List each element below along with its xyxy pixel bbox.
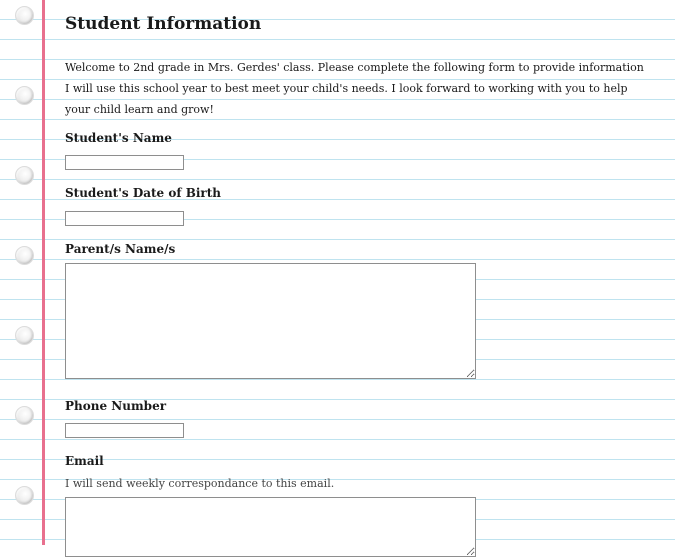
- email-hint-text: I will send weekly correspondance to thi…: [65, 477, 335, 490]
- student-dob-input[interactable]: [65, 211, 184, 226]
- student-name-input[interactable]: [65, 155, 184, 170]
- notebook-margin-line: [42, 0, 45, 545]
- binder-hole-icon: [15, 86, 34, 105]
- email-textarea[interactable]: [65, 497, 476, 557]
- parents-names-textarea[interactable]: [65, 263, 476, 379]
- form-intro-text: Welcome to 2nd grade in Mrs. Gerdes' cla…: [65, 61, 644, 116]
- binder-hole-icon: [15, 406, 34, 425]
- binder-hole-icon: [15, 246, 34, 265]
- form-title: Student Information: [65, 14, 262, 34]
- binder-hole-icon: [15, 6, 34, 25]
- parents-names-label: Parent/s Name/s: [65, 242, 176, 256]
- binder-hole-icon: [15, 166, 34, 185]
- phone-number-input[interactable]: [65, 423, 184, 438]
- binder-hole-icon: [15, 326, 34, 345]
- email-label: Email: [65, 454, 104, 468]
- student-name-label: Student's Name: [65, 131, 172, 145]
- binder-hole-icon: [15, 486, 34, 505]
- phone-number-label: Phone Number: [65, 399, 167, 413]
- student-dob-label: Student's Date of Birth: [65, 186, 222, 200]
